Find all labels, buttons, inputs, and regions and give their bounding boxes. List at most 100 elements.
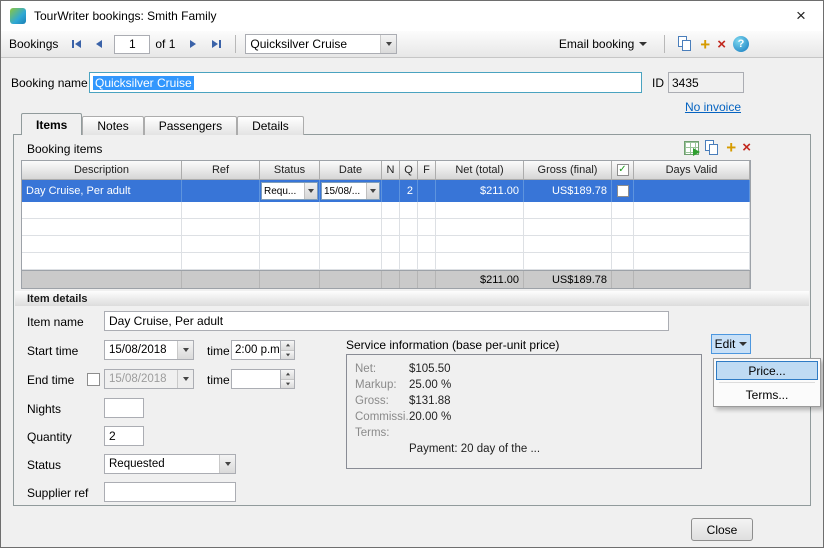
col-header-gross[interactable]: Gross (final)	[524, 161, 612, 180]
col-header-n[interactable]: N	[382, 161, 400, 180]
empty-cell[interactable]	[436, 202, 524, 219]
add-item-icon[interactable]: +	[726, 139, 736, 156]
empty-cell[interactable]	[612, 253, 634, 270]
end-time-checkbox[interactable]	[87, 373, 100, 386]
empty-cell[interactable]	[320, 219, 382, 236]
col-header-date[interactable]: Date	[320, 161, 382, 180]
start-date-picker[interactable]: 15/08/2018	[104, 340, 194, 360]
supplier-ref-input[interactable]	[104, 482, 236, 502]
next-record-button[interactable]	[183, 34, 203, 54]
help-icon[interactable]: ?	[733, 36, 749, 52]
empty-cell[interactable]	[320, 202, 382, 219]
spin-down-button[interactable]	[281, 379, 294, 389]
col-header-description[interactable]: Description	[22, 161, 182, 180]
booking-selector-combobox[interactable]: Quicksilver Cruise	[245, 34, 397, 54]
empty-cell[interactable]	[418, 219, 436, 236]
end-date-picker[interactable]: 15/08/2018	[104, 369, 194, 389]
empty-grid-row[interactable]	[22, 219, 750, 236]
empty-cell[interactable]	[320, 253, 382, 270]
edit-button[interactable]: Edit	[711, 334, 751, 354]
empty-cell[interactable]	[400, 202, 418, 219]
cell-date[interactable]: 15/08/...	[320, 180, 382, 202]
empty-cell[interactable]	[418, 253, 436, 270]
empty-cell[interactable]	[634, 253, 750, 270]
col-header-status[interactable]: Status	[260, 161, 320, 180]
empty-cell[interactable]	[524, 236, 612, 253]
copy-booking-icon[interactable]	[678, 36, 693, 52]
col-header-days-valid[interactable]: Days Valid	[634, 161, 750, 180]
booking-name-input[interactable]: Quicksilver Cruise	[89, 72, 642, 93]
spin-up-button[interactable]	[281, 370, 294, 379]
empty-cell[interactable]	[182, 202, 260, 219]
dropdown-button[interactable]	[177, 341, 193, 359]
close-button[interactable]: Close	[691, 518, 753, 541]
dropdown-button[interactable]	[177, 370, 193, 388]
empty-grid-row[interactable]	[22, 253, 750, 270]
cell-f[interactable]	[418, 180, 436, 202]
row-checkbox[interactable]	[617, 185, 629, 197]
empty-cell[interactable]	[634, 236, 750, 253]
add-booking-icon[interactable]: +	[700, 36, 710, 53]
empty-cell[interactable]	[436, 236, 524, 253]
delete-item-icon[interactable]: ×	[742, 140, 751, 155]
empty-cell[interactable]	[22, 219, 182, 236]
empty-cell[interactable]	[260, 202, 320, 219]
cell-checkbox[interactable]	[612, 180, 634, 202]
dropdown-button[interactable]	[304, 183, 317, 199]
tab-details[interactable]: Details	[237, 116, 304, 135]
empty-cell[interactable]	[382, 219, 400, 236]
status-combobox[interactable]: Requested	[104, 454, 236, 474]
record-number-input[interactable]	[114, 35, 150, 54]
cell-ref[interactable]	[182, 180, 260, 202]
dropdown-button[interactable]	[219, 455, 235, 473]
start-time-spinner[interactable]: 2:00 p.m.	[231, 340, 295, 360]
col-header-f[interactable]: F	[418, 161, 436, 180]
copy-item-icon[interactable]	[705, 140, 720, 156]
nights-input[interactable]	[104, 398, 144, 418]
col-header-ref[interactable]: Ref	[182, 161, 260, 180]
date-cell-dropdown[interactable]: 15/08/...	[321, 182, 380, 200]
empty-cell[interactable]	[436, 253, 524, 270]
col-header-net[interactable]: Net (total)	[436, 161, 524, 180]
dropdown-button[interactable]	[366, 183, 379, 199]
cell-n[interactable]	[382, 180, 400, 202]
close-icon[interactable]: ×	[789, 4, 813, 28]
empty-cell[interactable]	[320, 236, 382, 253]
delete-booking-icon[interactable]: ×	[717, 37, 726, 52]
tab-items[interactable]: Items	[21, 113, 82, 135]
empty-cell[interactable]	[612, 202, 634, 219]
empty-cell[interactable]	[22, 202, 182, 219]
status-cell-dropdown[interactable]: Requ...	[261, 182, 318, 200]
empty-cell[interactable]	[418, 202, 436, 219]
booking-item-row-selected[interactable]: Day Cruise, Per adult Requ... 15/08/... …	[22, 180, 750, 202]
last-record-button[interactable]	[206, 34, 226, 54]
empty-cell[interactable]	[382, 236, 400, 253]
tab-notes[interactable]: Notes	[82, 116, 143, 135]
empty-cell[interactable]	[524, 202, 612, 219]
empty-cell[interactable]	[436, 219, 524, 236]
cell-gross[interactable]: US$189.78	[524, 180, 612, 202]
empty-cell[interactable]	[400, 219, 418, 236]
empty-cell[interactable]	[22, 253, 182, 270]
col-header-checkbox[interactable]: ✓	[612, 161, 634, 180]
spin-up-button[interactable]	[281, 341, 294, 350]
empty-cell[interactable]	[22, 236, 182, 253]
empty-grid-row[interactable]	[22, 236, 750, 253]
empty-cell[interactable]	[260, 236, 320, 253]
email-booking-button[interactable]: Email booking	[555, 35, 651, 53]
empty-cell[interactable]	[524, 253, 612, 270]
first-record-button[interactable]	[66, 34, 86, 54]
col-header-q[interactable]: Q	[400, 161, 418, 180]
empty-cell[interactable]	[400, 236, 418, 253]
cell-q[interactable]: 2	[400, 180, 418, 202]
empty-cell[interactable]	[612, 219, 634, 236]
cell-net[interactable]: $211.00	[436, 180, 524, 202]
empty-cell[interactable]	[400, 253, 418, 270]
empty-cell[interactable]	[260, 253, 320, 270]
menu-item-terms[interactable]: Terms...	[716, 385, 818, 404]
empty-cell[interactable]	[182, 236, 260, 253]
end-time-spinner[interactable]	[231, 369, 295, 389]
cell-status[interactable]: Requ...	[260, 180, 320, 202]
menu-item-price[interactable]: Price...	[716, 361, 818, 380]
empty-cell[interactable]	[260, 219, 320, 236]
